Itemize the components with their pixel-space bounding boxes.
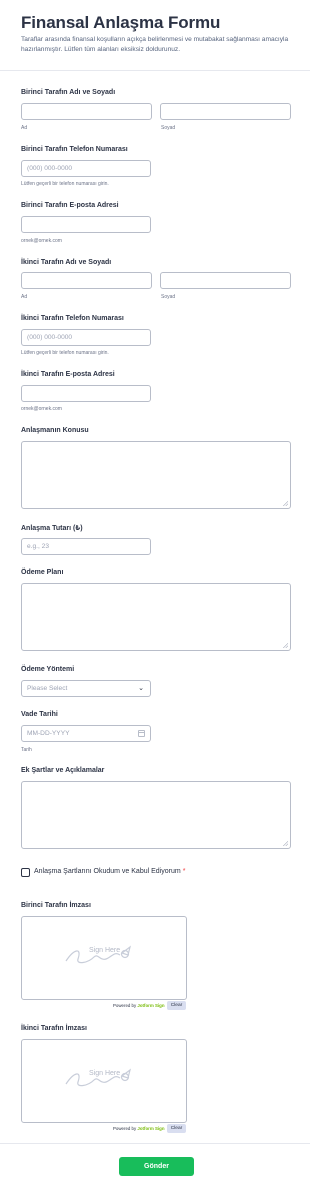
due-date-label: Vade Tarihi xyxy=(21,711,58,718)
party2-phone-input[interactable]: (000) 000-0000 xyxy=(21,329,151,346)
party1-phone-input[interactable]: (000) 000-0000 xyxy=(21,160,151,177)
due-date-placeholder: MM-DD-YYYY xyxy=(27,730,70,737)
resize-grip-icon[interactable] xyxy=(283,643,288,648)
form-description: Taraflar arasında finansal koşulların aç… xyxy=(21,36,289,53)
subject-textarea[interactable] xyxy=(21,441,291,509)
form-title: Finansal Anlaşma Formu xyxy=(21,13,221,32)
signature1-prompt: Sign Here xyxy=(89,947,121,954)
amount-label: Anlaşma Tutarı (₺) xyxy=(21,525,83,532)
payment-method-label: Ödeme Yöntemi xyxy=(21,666,75,673)
extra-terms-label: Ek Şartlar ve Açıklamalar xyxy=(21,767,105,774)
signature1-pad[interactable]: Sign Here xyxy=(21,916,187,1000)
party1-phone-sublabel: Lütfen geçerli bir telefon numarası giri… xyxy=(21,181,109,187)
party1-phone-label: Birinci Tarafın Telefon Numarası xyxy=(21,146,128,153)
submit-button[interactable]: Gönder xyxy=(119,1157,194,1176)
party2-phone-placeholder: (000) 000-0000 xyxy=(27,334,73,341)
form-header: Finansal Anlaşma Formu Taraflar arasında… xyxy=(0,0,310,71)
party2-first-name-input[interactable] xyxy=(21,272,152,289)
signature2-label: İkinci Tarafın İmzası xyxy=(21,1025,88,1032)
amount-placeholder: e.g., 23 xyxy=(27,543,49,550)
signature2-prompt: Sign Here xyxy=(89,1070,121,1077)
party2-name-label: İkinci Tarafın Adı ve Soyadı xyxy=(21,259,112,266)
signature1-powered-by: Powered by Jotform Sign xyxy=(113,1003,165,1008)
agreement-checkbox[interactable] xyxy=(21,868,30,877)
signature2-pad[interactable]: Sign Here xyxy=(21,1039,187,1123)
party2-email-sublabel: ornek@ornek.com xyxy=(21,406,62,412)
party2-last-name-sublabel: Soyad xyxy=(161,294,176,300)
extra-terms-textarea[interactable] xyxy=(21,781,291,849)
party2-phone-label: İkinci Tarafın Telefon Numarası xyxy=(21,315,124,322)
payment-method-select[interactable]: Please Select ⌄ xyxy=(21,680,151,697)
payment-method-selected: Please Select xyxy=(27,685,68,692)
resize-grip-icon[interactable] xyxy=(283,501,288,506)
chevron-down-icon: ⌄ xyxy=(138,685,144,692)
party2-first-name-sublabel: Ad xyxy=(21,294,28,300)
payment-plan-textarea[interactable] xyxy=(21,583,291,651)
required-mark: * xyxy=(182,868,186,875)
jotform-sign-brand: Jotform Sign xyxy=(137,1126,165,1131)
signature2-powered-by: Powered by Jotform Sign xyxy=(113,1126,165,1131)
party1-last-name-input[interactable] xyxy=(160,103,291,120)
party1-name-label: Birinci Tarafın Adı ve Soyadı xyxy=(21,89,116,96)
powered-by-prefix: Powered by xyxy=(113,1126,137,1131)
agreement-label[interactable]: Anlaşma Şartlarını Okudum ve Kabul Ediyo… xyxy=(34,868,185,875)
payment-plan-label: Ödeme Planı xyxy=(21,569,64,576)
agreement-label-text: Anlaşma Şartlarını Okudum ve Kabul Ediyo… xyxy=(34,868,181,875)
party1-email-input[interactable] xyxy=(21,216,151,233)
powered-by-prefix: Powered by xyxy=(113,1003,137,1008)
party1-first-name-input[interactable] xyxy=(21,103,152,120)
party2-phone-sublabel: Lütfen geçerli bir telefon numarası giri… xyxy=(21,350,109,356)
signature1-label: Birinci Tarafın İmzası xyxy=(21,902,91,909)
due-date-input[interactable]: MM-DD-YYYY xyxy=(21,725,151,742)
resize-grip-icon[interactable] xyxy=(283,841,288,846)
amount-input[interactable]: e.g., 23 xyxy=(21,538,151,555)
party1-last-name-sublabel: Soyad xyxy=(161,125,176,131)
party2-email-input[interactable] xyxy=(21,385,151,402)
subject-label: Anlaşmanın Konusu xyxy=(21,427,89,434)
footer-divider xyxy=(0,1143,310,1144)
party1-first-name-sublabel: Ad xyxy=(21,125,28,131)
due-date-sublabel: Tarih xyxy=(21,747,32,753)
party1-email-label: Birinci Tarafın E-posta Adresi xyxy=(21,202,119,209)
signature1-clear-button[interactable]: Clear xyxy=(167,1001,186,1010)
calendar-icon[interactable] xyxy=(138,730,145,737)
party1-email-sublabel: ornek@ornek.com xyxy=(21,238,62,244)
party2-email-label: İkinci Tarafın E-posta Adresi xyxy=(21,371,115,378)
signature2-clear-button[interactable]: Clear xyxy=(167,1124,186,1133)
party2-last-name-input[interactable] xyxy=(160,272,291,289)
jotform-sign-brand: Jotform Sign xyxy=(137,1003,165,1008)
party1-phone-placeholder: (000) 000-0000 xyxy=(27,165,73,172)
